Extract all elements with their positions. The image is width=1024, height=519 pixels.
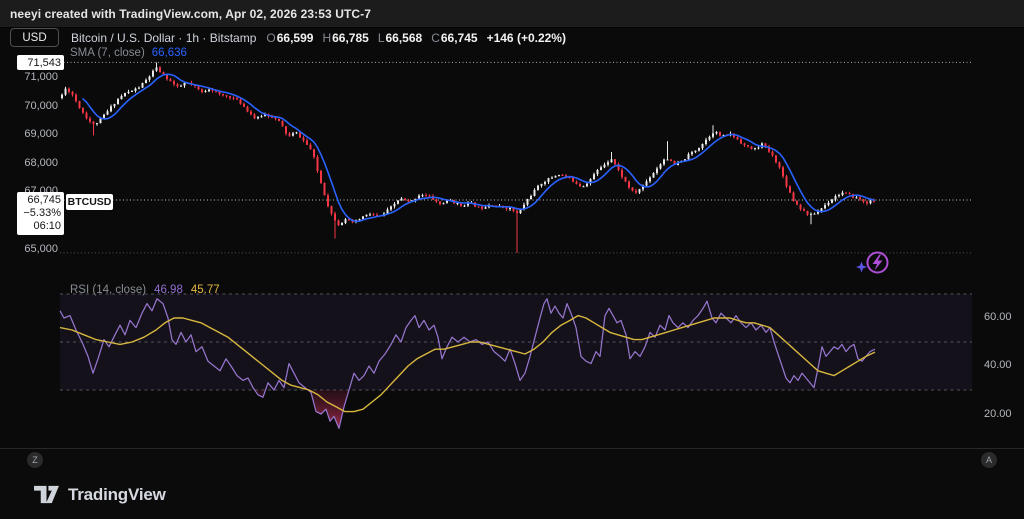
rsi-axis-label: 40.00 [984,359,1012,371]
tradingview-logo[interactable]: TradingView [33,483,166,506]
last-price-badge: 66,745 −5.33% 06:10 [17,192,64,235]
attribution-bar: neeyi created with TradingView.com, Apr … [0,0,1024,28]
tradingview-logo-text: TradingView [68,485,166,505]
high-value: 66,785 [332,31,369,45]
close-value: 66,745 [441,31,478,45]
rsi-value: 46.98 [154,284,183,296]
chart-canvas[interactable] [0,0,1024,519]
price-axis-label: 70,000 [0,100,58,112]
price-axis-label: 69,000 [0,128,58,140]
sma-legend[interactable]: SMA (7, close) 66,636 [70,47,187,59]
time-axis[interactable]: Z A [0,448,1024,471]
rsi-label: RSI (14, close) [70,284,146,296]
sparkle-icon [856,262,867,273]
currency-button[interactable]: USD [10,28,59,47]
close-label: C [431,31,440,45]
last-price: 66,745 [17,194,61,207]
sma-label: SMA (7, close) [70,47,145,59]
rsi-ma-value: 45.77 [191,284,220,296]
tradingview-logo-icon [33,483,60,506]
symbol-title[interactable]: Bitcoin / U.S. Dollar · 1h · Bitstamp [71,31,256,45]
price-axis-label: 65,000 [0,243,58,255]
open-value: 66,599 [277,31,314,45]
tradingview-chart-screen: neeyi created with TradingView.com, Apr … [0,0,1024,519]
change-value: +146 (+0.22%) [487,31,566,45]
ohlc-values: O66,599 H66,785 L66,568 C66,745 [266,31,477,45]
boost-lightning-icon[interactable] [856,253,888,273]
price-axis-label: 68,000 [0,157,58,169]
attribution-text: neeyi created with TradingView.com, Apr … [10,7,371,21]
bar-countdown: 06:10 [17,220,61,233]
high-label: H [322,31,331,45]
low-value: 66,568 [386,31,423,45]
price-axis-label: 71,000 [0,71,58,83]
rsi-legend[interactable]: RSI (14, close) 46.98 45.77 [70,284,220,296]
rsi-axis-label: 20.00 [984,408,1012,420]
symbol-row: USD Bitcoin / U.S. Dollar · 1h · Bitstam… [0,28,1024,47]
low-label: L [378,31,385,45]
timezone-button[interactable]: Z [27,452,43,468]
sma-value: 66,636 [152,47,187,59]
last-change: −5.33% [17,207,61,220]
footer-bar: TradingView [0,470,1024,519]
high-price-badge: 71,543 [17,55,64,70]
rsi-axis-label: 60.00 [984,311,1012,323]
open-label: O [266,31,275,45]
auto-scale-button[interactable]: A [981,452,997,468]
symbol-price-badge: BTCUSD [66,194,113,210]
